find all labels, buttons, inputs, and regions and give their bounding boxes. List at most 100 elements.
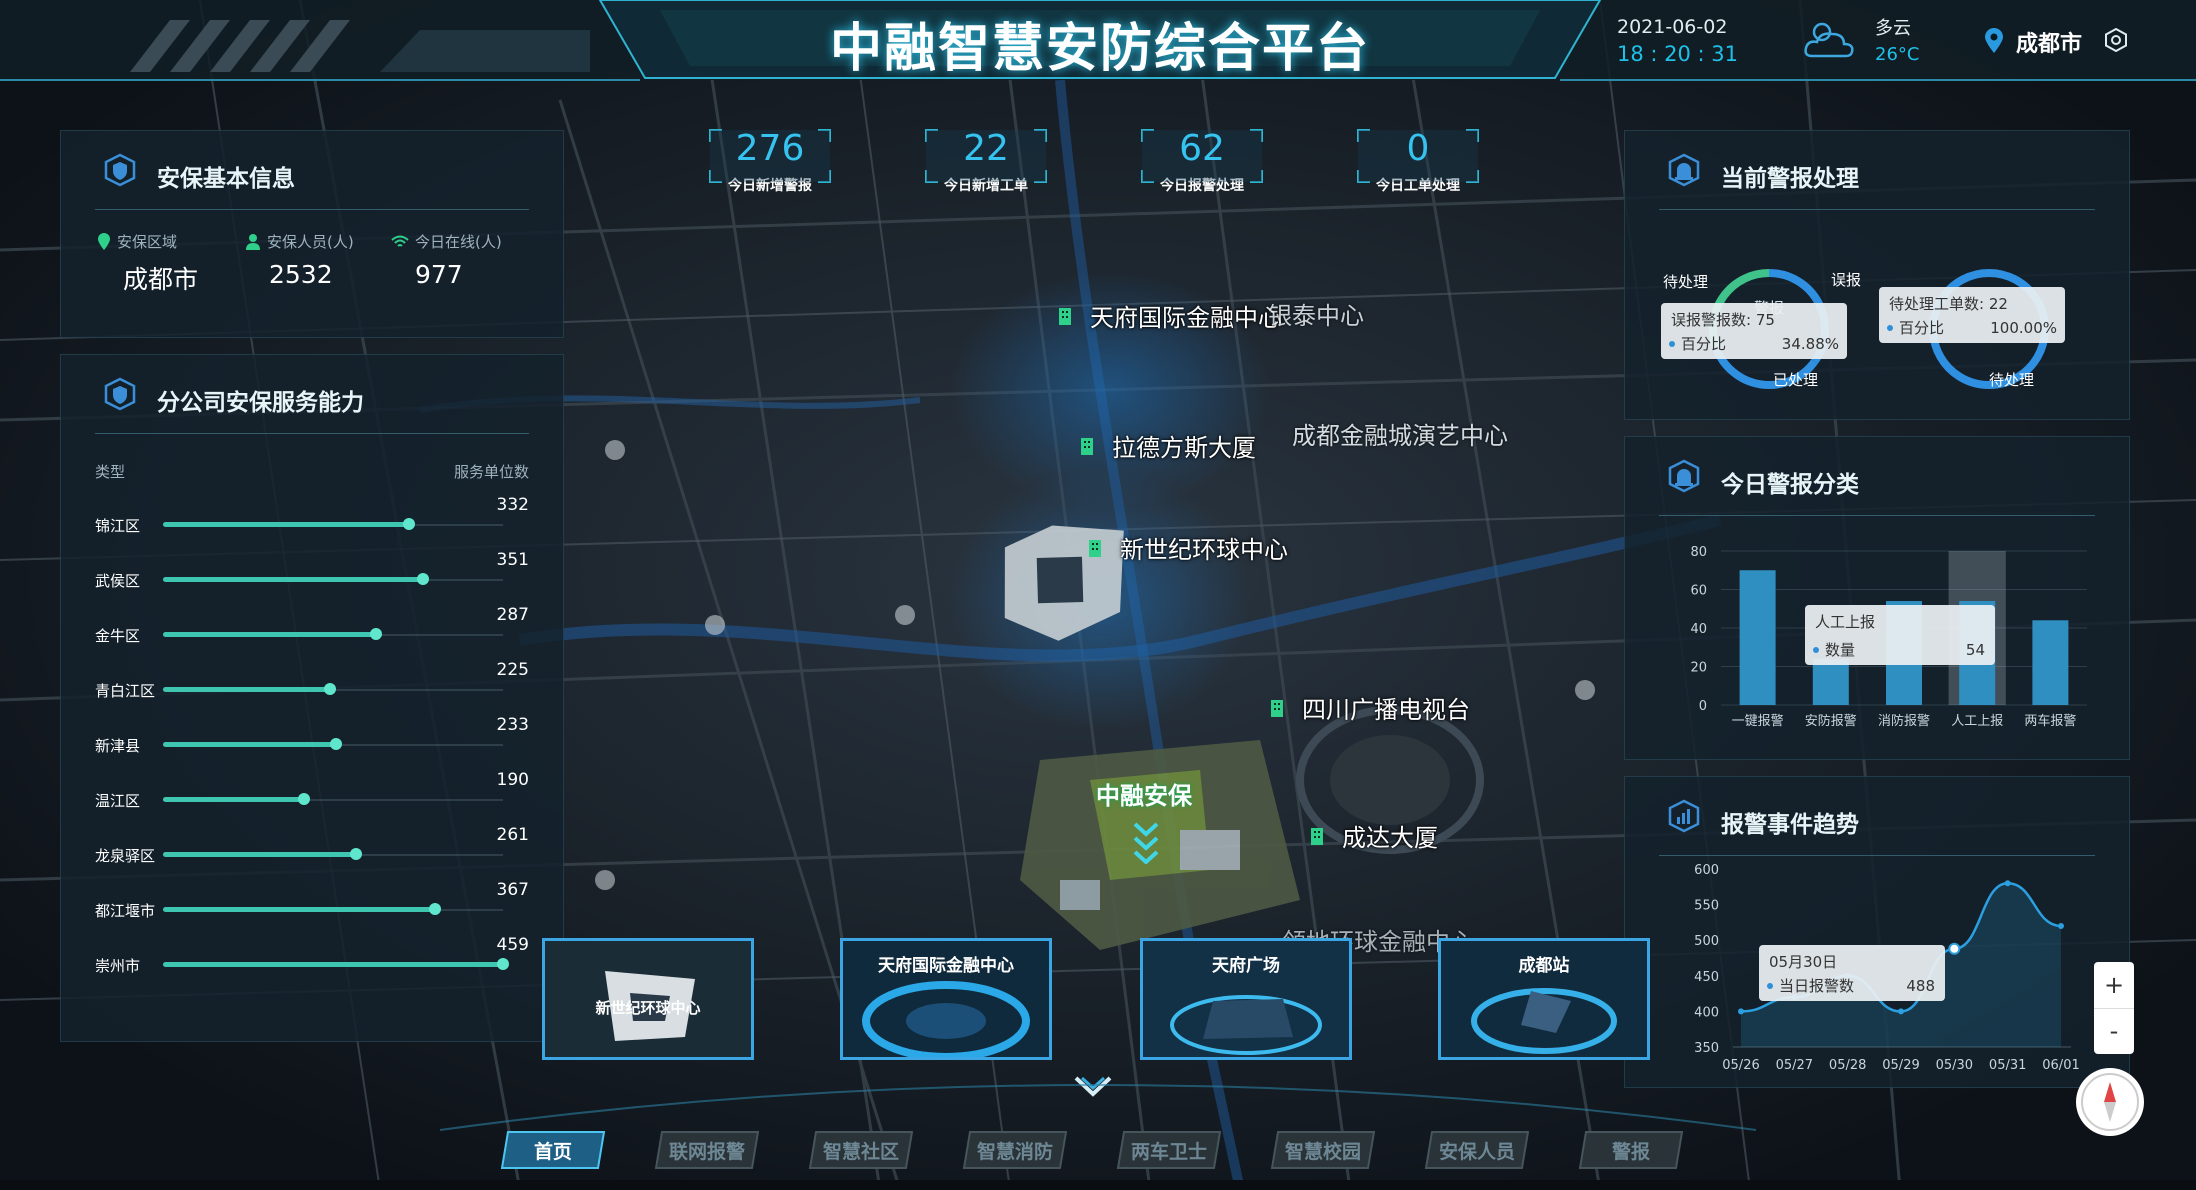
- nav-label: 联网报警: [668, 1140, 745, 1163]
- staff-info: 安保人员(人) 2532: [245, 231, 395, 289]
- scene-thumbnail[interactable]: 天府国际金融中心: [840, 938, 1052, 1060]
- trend-point[interactable]: [2058, 922, 2064, 929]
- building-marker[interactable]: 四川广播电视台: [1266, 690, 1470, 725]
- capability-row: 温江区 190: [61, 770, 563, 818]
- building-marker[interactable]: 成达大厦: [1306, 818, 1438, 853]
- capability-row: 新津县 233: [61, 715, 563, 763]
- zoom-in-button[interactable]: +: [2094, 962, 2134, 1009]
- building-icon: [1089, 539, 1101, 557]
- donut1-label-done: 已处理: [1773, 371, 1819, 389]
- bar[interactable]: [1812, 658, 1849, 705]
- trend-point[interactable]: [1738, 1008, 1744, 1015]
- nav-button[interactable]: 警报: [1578, 1130, 1684, 1170]
- column-header-count: 服务单位数: [453, 463, 529, 481]
- nav-label: 首页: [533, 1140, 572, 1163]
- capability-bar-knob: [369, 628, 382, 640]
- cloudy-icon: [1802, 18, 1858, 62]
- district-value: 459: [496, 935, 529, 955]
- nav-button[interactable]: 智慧社区: [808, 1130, 914, 1170]
- building-icon: [1311, 827, 1323, 845]
- capability-bar: [163, 907, 435, 912]
- district-name: 崇州市: [95, 957, 141, 975]
- scene-thumbnail[interactable]: 成都站: [1438, 938, 1650, 1060]
- staff-label: 安保人员(人): [267, 233, 354, 251]
- capability-bar: [163, 522, 409, 527]
- x-tick-label: 安防报警: [1805, 713, 1857, 729]
- tooltip-line: 误报警报数: 75: [1671, 311, 1775, 329]
- bar[interactable]: [1739, 570, 1776, 705]
- area-label: 安保区域: [117, 233, 178, 251]
- x-tick-label: 两车报警: [2024, 713, 2076, 729]
- nav-button[interactable]: 智慧消防: [962, 1130, 1068, 1170]
- alarm-trend-line-chart[interactable]: 35040045050055060005/26 05/27 05/28 05/29 05…: [1625, 777, 2129, 1087]
- nav-label: 智慧消防: [976, 1140, 1053, 1163]
- scene-title: 天府广场: [1212, 956, 1280, 976]
- trend-point[interactable]: [2004, 880, 2011, 887]
- nav-label: 智慧社区: [822, 1140, 899, 1163]
- stat-new-orders: 22 今日新增工单: [924, 128, 1048, 195]
- scene-thumbnail[interactable]: 天府广场: [1140, 938, 1352, 1060]
- donut1-tooltip: 误报警报数: 75 百分比 34.88%: [1661, 303, 1847, 359]
- tooltip-value: 488: [1906, 976, 1935, 995]
- district-value: 261: [496, 825, 529, 845]
- page-title: 中融智慧安防综合平台: [829, 19, 1370, 79]
- trend-point[interactable]: [1948, 942, 1961, 955]
- capability-bar: [163, 797, 304, 802]
- capability-bar: [163, 852, 357, 857]
- faded-building-label: 成都金融城演艺中心: [1292, 422, 1508, 450]
- tooltip-value: 100.00%: [1990, 318, 2057, 337]
- capability-row: 崇州市 459: [61, 935, 563, 983]
- campus-label: 中融安保: [1096, 782, 1192, 810]
- y-tick-label: 400: [1694, 1005, 1719, 1020]
- header-time: 18 : 20 : 31: [1617, 42, 1739, 66]
- nav-label: 警报: [1611, 1140, 1650, 1163]
- city-selector[interactable]: 成都市: [2016, 26, 2082, 58]
- alarm-handling-panel: 当前警报处理 待处理 误报 已处理 警报 待处理 误报警报数: 75 百分比 3…: [1624, 130, 2130, 420]
- header-bar: 中融智慧安防综合平台 2021-06-02 18 : 20 : 31 多云 26…: [0, 0, 2196, 85]
- nav-label: 两车卫士: [1130, 1140, 1207, 1163]
- district-value: 287: [496, 605, 529, 625]
- trend-point[interactable]: [1898, 1008, 1904, 1015]
- nav-button[interactable]: 首页: [500, 1130, 606, 1170]
- donut2-label-pending: 待处理: [1989, 371, 2035, 389]
- tooltip-title: 05月30日: [1769, 953, 1838, 971]
- location-pin-icon: [98, 232, 110, 250]
- capability-bar-knob: [350, 848, 363, 860]
- tooltip-key: 数量: [1825, 641, 1856, 659]
- zoom-out-button[interactable]: -: [2094, 1009, 2134, 1053]
- building-name: 新世纪环球中心: [1120, 536, 1288, 564]
- capability-row: 金牛区 287: [61, 605, 563, 653]
- building-marker[interactable]: 拉德方斯大厦: [1076, 428, 1256, 463]
- building-name: 拉德方斯大厦: [1112, 434, 1256, 462]
- capability-bar: [163, 632, 376, 637]
- district-value: 351: [496, 550, 529, 570]
- capability-row: 都江堰市 367: [61, 880, 563, 928]
- building-marker[interactable]: 新世纪环球中心: [1084, 530, 1288, 565]
- y-tick-label: 350: [1694, 1041, 1719, 1056]
- faded-building-label: 银泰中心: [1268, 302, 1364, 330]
- zoom-control: + -: [2094, 962, 2134, 1054]
- district-value: 332: [496, 495, 529, 515]
- scene-thumbnail[interactable]: 新世纪环球中心: [542, 938, 754, 1060]
- nav-button[interactable]: 联网报警: [654, 1130, 760, 1170]
- y-tick-label: 0: [1699, 699, 1707, 714]
- nav-button[interactable]: 智慧校园: [1270, 1130, 1376, 1170]
- district-value: 233: [496, 715, 529, 735]
- stat-alarms-handled: 62 今日报警处理: [1140, 128, 1264, 195]
- stat-value: 22: [963, 128, 1009, 169]
- nav-button[interactable]: 安保人员: [1424, 1130, 1530, 1170]
- y-tick-label: 500: [1694, 934, 1719, 949]
- bar-tooltip: 人工上报 数量 54: [1805, 605, 1995, 665]
- settings-icon[interactable]: [2104, 27, 2128, 53]
- capability-bar-knob: [417, 573, 429, 585]
- x-tick-label: 消防报警: [1878, 713, 1930, 729]
- alarm-category-panel: 今日警报分类 0 20 40 60 80 一键报警 安防报警 消防报警 人工上报 两车报警 人工上…: [1624, 436, 2130, 760]
- district-value: 190: [496, 770, 529, 790]
- building-marker[interactable]: 天府国际金融中心: [1054, 298, 1282, 333]
- scene-title: 新世纪环球中心: [595, 999, 701, 1017]
- alarm-category-bar-chart[interactable]: 020406080一键报警 安防报警 消防报警 人工上报 两车报警: [1625, 437, 2129, 759]
- nav-button[interactable]: 两车卫士: [1116, 1130, 1222, 1170]
- capability-bar-knob: [497, 958, 509, 970]
- bar[interactable]: [2032, 620, 2069, 705]
- stat-orders-handled: 0 今日工单处理: [1356, 128, 1480, 195]
